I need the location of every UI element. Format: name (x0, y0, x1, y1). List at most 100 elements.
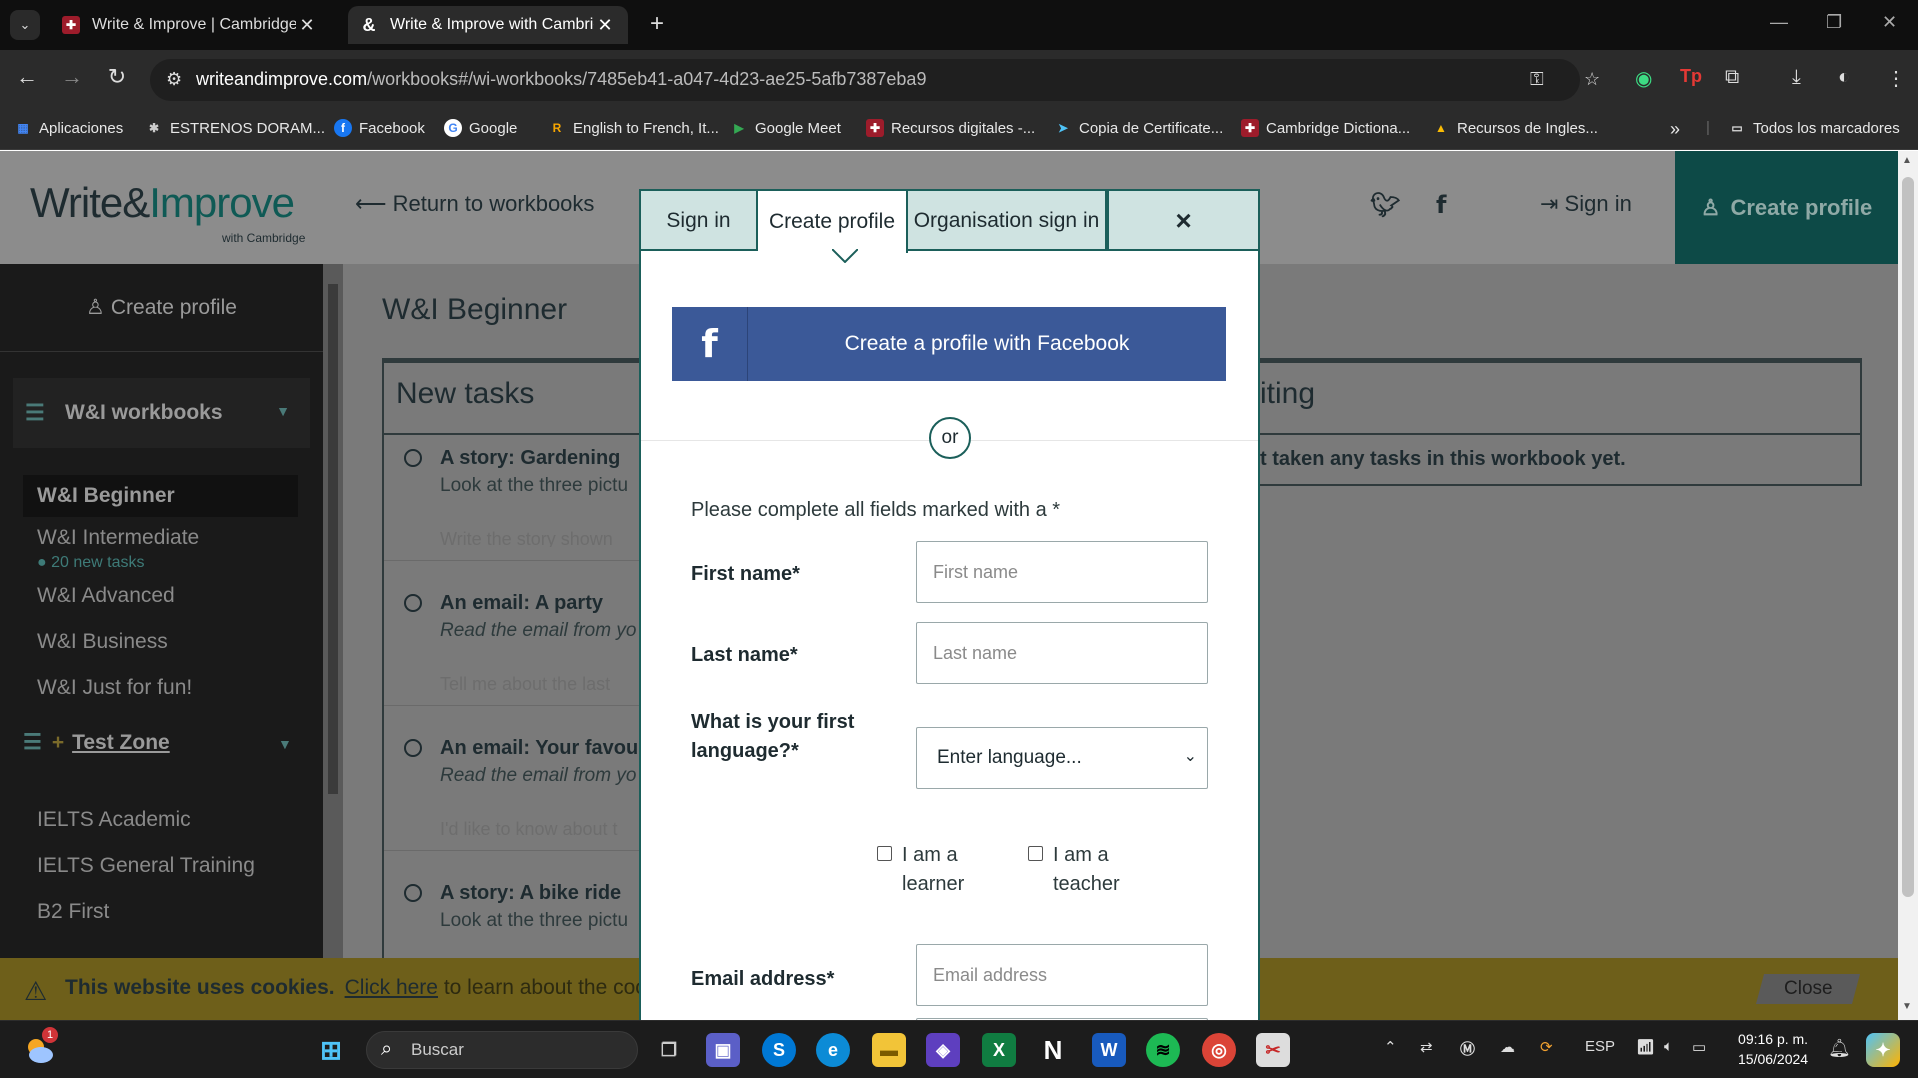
close-tab-icon[interactable]: ✕ (296, 15, 318, 36)
word-icon[interactable]: W (1092, 1033, 1126, 1067)
teacher-checkbox-group[interactable]: I am a teacher (1028, 841, 1120, 899)
url-input[interactable]: ⚙ writeandimprove.com/workbooks#/wi-work… (150, 59, 1600, 101)
clock[interactable]: 09:16 p. m. 15/06/2024 (1738, 1029, 1808, 1069)
tray-app-icon[interactable]: Ⓜ (1460, 1038, 1475, 1059)
copilot-icon[interactable]: ✦ (1866, 1033, 1900, 1067)
facebook-create-profile-button[interactable]: f Create a profile with Facebook (672, 307, 1226, 381)
sidebar-item-ielts-general[interactable]: IELTS General Training (37, 854, 255, 878)
tab-sign-in[interactable]: Sign in (641, 191, 758, 251)
radio-button[interactable] (404, 884, 422, 902)
windows-start-icon[interactable]: ⊞ (314, 1033, 348, 1067)
scroll-up-icon[interactable]: ▲ (1902, 155, 1912, 166)
last-name-field[interactable] (916, 622, 1208, 684)
new-tab-icon[interactable]: + (650, 10, 664, 38)
excel-icon[interactable]: X (982, 1033, 1016, 1067)
tab-organisation-sign-in[interactable]: Organisation sign in (908, 191, 1107, 251)
file-explorer-icon[interactable]: ▬ (872, 1033, 906, 1067)
header-sign-in-link[interactable]: ⇥ Sign in (1540, 191, 1632, 217)
close-tab-icon[interactable]: ✕ (594, 15, 616, 36)
scrollbar-thumb[interactable] (1902, 177, 1914, 897)
sidebar-item-wi-beginner[interactable]: W&I Beginner (23, 475, 298, 517)
snipping-tool-icon[interactable]: ✂ (1256, 1033, 1290, 1067)
caret-down-icon[interactable]: ▼ (276, 403, 290, 419)
facebook-icon[interactable]: f (1436, 191, 1446, 219)
caret-down-icon[interactable]: ▼ (278, 736, 292, 752)
teacher-checkbox[interactable] (1028, 846, 1043, 861)
tp-extension-icon[interactable]: Tp (1680, 66, 1702, 87)
onedrive-icon[interactable]: ☁ (1500, 1038, 1515, 1056)
sidebar-item-wi-just-for-fun[interactable]: W&I Just for fun! (37, 676, 192, 700)
browser-tab-2[interactable]: & Write & Improve with Cambridge ✕ (348, 6, 628, 44)
minimize-icon[interactable]: — (1770, 12, 1788, 33)
battery-icon[interactable]: ▭ (1692, 1038, 1706, 1056)
forward-icon[interactable]: → (56, 64, 88, 90)
profile-avatar-icon[interactable]: ◐ (1838, 66, 1850, 89)
return-to-workbooks-link[interactable]: ⟵ Return to workbooks (355, 191, 594, 217)
modal-close-button[interactable]: × (1107, 191, 1258, 251)
download-icon[interactable]: ⤓ (1792, 66, 1801, 89)
password-key-icon[interactable]: ⚿ (1530, 69, 1544, 90)
restore-icon[interactable]: ❐ (1826, 12, 1842, 33)
show-hidden-icons[interactable]: ⌃ (1384, 1038, 1397, 1056)
sidebar-item-b2-first[interactable]: B2 First (37, 900, 109, 924)
edge-icon[interactable]: e (816, 1033, 850, 1067)
email-field[interactable] (916, 944, 1208, 1006)
sidebar-item-wi-advanced[interactable]: W&I Advanced (37, 584, 175, 608)
tab-create-profile[interactable]: Create profile (758, 191, 908, 253)
learner-checkbox-group[interactable]: I am a learner (877, 841, 964, 899)
notifications-bell-icon[interactable]: 🔔︎ (1828, 1038, 1851, 1059)
cookie-link[interactable]: Click here (345, 976, 438, 999)
tray-sliders-icon[interactable]: ⇄ (1420, 1038, 1433, 1056)
bookmark-facebook[interactable]: f Facebook (334, 119, 425, 137)
bookmark-recursos-ingles[interactable]: ▲ Recursos de Ingles... (1432, 119, 1598, 137)
radio-button[interactable] (404, 739, 422, 757)
sidebar-test-zone[interactable]: ☰ + Test Zone ▼ (23, 730, 292, 755)
wifi-icon[interactable]: 📶︎ (1636, 1038, 1655, 1056)
spotify-icon[interactable]: ≋ (1146, 1033, 1180, 1067)
bookmark-google-meet[interactable]: ▶ Google Meet (730, 119, 841, 137)
vpn-app-icon[interactable]: ◈ (926, 1033, 960, 1067)
input-language[interactable]: ESP (1585, 1038, 1615, 1055)
bookmark-reverso[interactable]: R English to French, It... (548, 119, 719, 137)
sidebar-scrollbar[interactable] (323, 264, 343, 1020)
sidebar-item-wi-intermediate[interactable]: W&I Intermediate (37, 526, 199, 550)
grammarly-extension-icon[interactable]: ◉ (1635, 66, 1652, 91)
close-window-icon[interactable]: ✕ (1882, 12, 1897, 33)
back-icon[interactable]: ← (11, 64, 43, 90)
cookie-close-button[interactable]: Close (1755, 974, 1861, 1004)
browser-menu-icon[interactable]: ⋮ (1886, 66, 1906, 91)
volume-icon[interactable]: 🔈︎ (1664, 1038, 1673, 1055)
reload-icon[interactable]: ↻ (101, 64, 133, 90)
chrome-icon[interactable]: ◎ (1202, 1033, 1236, 1067)
sidebar-create-profile[interactable]: ♙ Create profile (0, 264, 323, 352)
first-name-field[interactable] (916, 541, 1208, 603)
task-item[interactable]: An email: A party Read the email from yo… (404, 592, 644, 692)
bookmark-google[interactable]: G Google (444, 119, 517, 137)
bookmark-recursos-digitales[interactable]: ✚ Recursos digitales -... (866, 119, 1035, 137)
sync-icon[interactable]: ⟳ (1540, 1038, 1553, 1056)
extensions-puzzle-icon[interactable]: ⧉ (1725, 66, 1739, 89)
write-improve-logo[interactable]: Write&Improve (30, 179, 295, 227)
skype-icon[interactable]: S (762, 1033, 796, 1067)
tab-search-dropdown[interactable]: ⌄ (10, 10, 40, 40)
task-item[interactable]: A story: Gardening Look at the three pic… (404, 447, 644, 547)
site-info-icon[interactable]: ⚙ (166, 69, 182, 90)
browser-tab-1[interactable]: ✚ Write & Improve | Cambridge E ✕ (50, 6, 330, 44)
sidebar-item-ielts-academic[interactable]: IELTS Academic (37, 808, 191, 832)
bookmark-copia-certificate[interactable]: ➤ Copia de Certificate... (1054, 119, 1223, 137)
sidebar-item-wi-business[interactable]: W&I Business (37, 630, 168, 654)
teams-icon[interactable]: ▣ (706, 1033, 740, 1067)
radio-button[interactable] (404, 594, 422, 612)
scrollbar-thumb[interactable] (328, 284, 338, 794)
radio-button[interactable] (404, 449, 422, 467)
more-bookmarks-icon[interactable]: » (1670, 119, 1680, 140)
all-bookmarks-folder[interactable]: ▭ Todos los marcadores (1728, 119, 1899, 137)
bookmark-estrenos[interactable]: ✱ ESTRENOS DORAM... (145, 119, 325, 137)
bookmark-cambridge-dictionary[interactable]: ✚ Cambridge Dictiona... (1241, 119, 1410, 137)
task-view-icon[interactable]: ❐ (652, 1033, 686, 1067)
page-scrollbar[interactable]: ▲ ▼ (1898, 151, 1918, 1020)
sidebar-group-wi-workbooks[interactable]: ☰ W&I workbooks ▼ (13, 378, 310, 448)
learner-checkbox[interactable] (877, 846, 892, 861)
notion-like-app-icon[interactable]: N (1036, 1033, 1070, 1067)
first-language-select[interactable]: Enter language... ⌄ (916, 727, 1208, 789)
